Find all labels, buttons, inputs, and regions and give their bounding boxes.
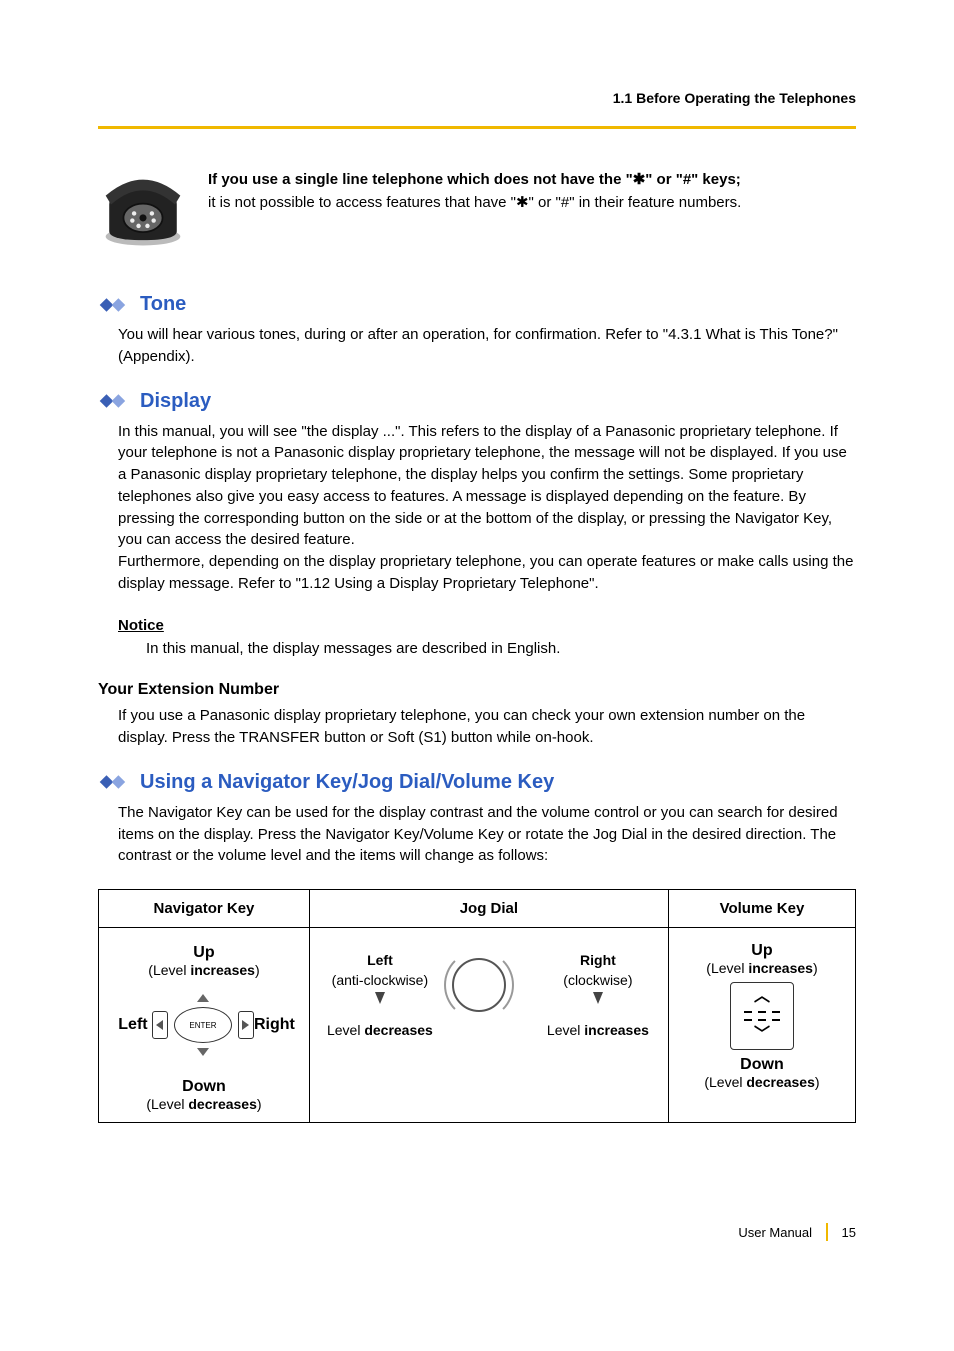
- nav-right-label: Right: [254, 1016, 294, 1034]
- rotary-phone-icon: [98, 169, 188, 253]
- nav-up-sub: (Level increases): [148, 962, 259, 978]
- ext-number-heading: Your Extension Number: [98, 681, 856, 699]
- jog-left-arrow-icon: [375, 992, 385, 1004]
- table-header-jog: Jog Dial: [309, 890, 668, 928]
- navkey-body: The Navigator Key can be used for the di…: [118, 802, 856, 867]
- volume-key-icon: ︿ ﹀: [730, 982, 794, 1050]
- footer-label: User Manual: [738, 1225, 812, 1240]
- vol-up-sub: (Level increases): [706, 960, 817, 976]
- vol-down-label: Down: [704, 1056, 819, 1074]
- running-header: 1.1 Before Operating the Telephones: [98, 90, 856, 106]
- page-footer: User Manual 15: [738, 1223, 856, 1241]
- jog-left-sub: (anti-clockwise): [332, 972, 428, 988]
- diamond-bullet-icon: [98, 392, 132, 410]
- jog-left-level: Level decreases: [327, 1022, 433, 1038]
- nav-enter-label: ENTER: [189, 1021, 216, 1030]
- nav-down-sub: (Level decreases): [146, 1096, 261, 1112]
- jog-right-level: Level increases: [547, 1022, 649, 1038]
- notice-label: Notice: [118, 617, 856, 634]
- ext-number-body: If you use a Panasonic display proprieta…: [118, 705, 856, 749]
- display-title-text: Display: [140, 390, 211, 413]
- table-header-vol: Volume Key: [668, 890, 855, 928]
- tone-title-text: Tone: [140, 293, 186, 316]
- vol-up-label: Up: [706, 942, 817, 960]
- nav-enter-button: ENTER: [174, 1007, 232, 1043]
- nav-down-label: Down: [146, 1078, 261, 1096]
- nav-down-icon: [197, 1048, 209, 1056]
- nav-key-cell: Up (Level increases) Left ENTER: [99, 928, 310, 1123]
- display-heading: Display: [98, 390, 856, 413]
- diamond-bullet-icon: [98, 773, 132, 791]
- intro-plain: it is not possible to access features th…: [208, 192, 856, 215]
- display-body: In this manual, you will see "the displa…: [118, 421, 856, 595]
- nav-left-label: Left: [114, 1016, 152, 1034]
- jog-right-sub: (clockwise): [563, 972, 632, 988]
- footer-divider: [826, 1223, 828, 1241]
- volume-key-cell: Up (Level increases) ︿ ﹀ Down: [668, 928, 855, 1123]
- footer-page-number: 15: [842, 1225, 856, 1240]
- nav-up-icon: [197, 994, 209, 1002]
- nav-left-icon: [152, 1011, 168, 1039]
- chevron-down-icon: ﹀: [754, 1027, 770, 1043]
- jog-left-label: Left: [367, 952, 393, 968]
- controls-table: Navigator Key Jog Dial Volume Key Up (Le…: [98, 889, 856, 1123]
- jog-dial-cell: Left (anti-clockwise) Level decreases Ri…: [309, 928, 668, 1123]
- tone-heading: Tone: [98, 293, 856, 316]
- tone-body: You will hear various tones, during or a…: [118, 324, 856, 368]
- intro-text: If you use a single line telephone which…: [208, 169, 856, 214]
- chevron-up-icon: ︿: [754, 989, 770, 1005]
- navkey-heading: Using a Navigator Key/Jog Dial/Volume Ke…: [98, 771, 856, 794]
- jog-dial-icon: [452, 958, 526, 1032]
- notice-body: In this manual, the display messages are…: [146, 638, 856, 660]
- jog-right-arrow-icon: [593, 992, 603, 1004]
- intro-bold: If you use a single line telephone which…: [208, 169, 856, 192]
- table-header-nav: Navigator Key: [99, 890, 310, 928]
- diamond-bullet-icon: [98, 296, 132, 314]
- nav-right-icon: [238, 1011, 254, 1039]
- jog-right-label: Right: [580, 952, 616, 968]
- vol-down-sub: (Level decreases): [704, 1074, 819, 1090]
- nav-up-label: Up: [148, 944, 259, 962]
- navkey-title-text: Using a Navigator Key/Jog Dial/Volume Ke…: [140, 771, 554, 794]
- header-rule: [98, 126, 856, 129]
